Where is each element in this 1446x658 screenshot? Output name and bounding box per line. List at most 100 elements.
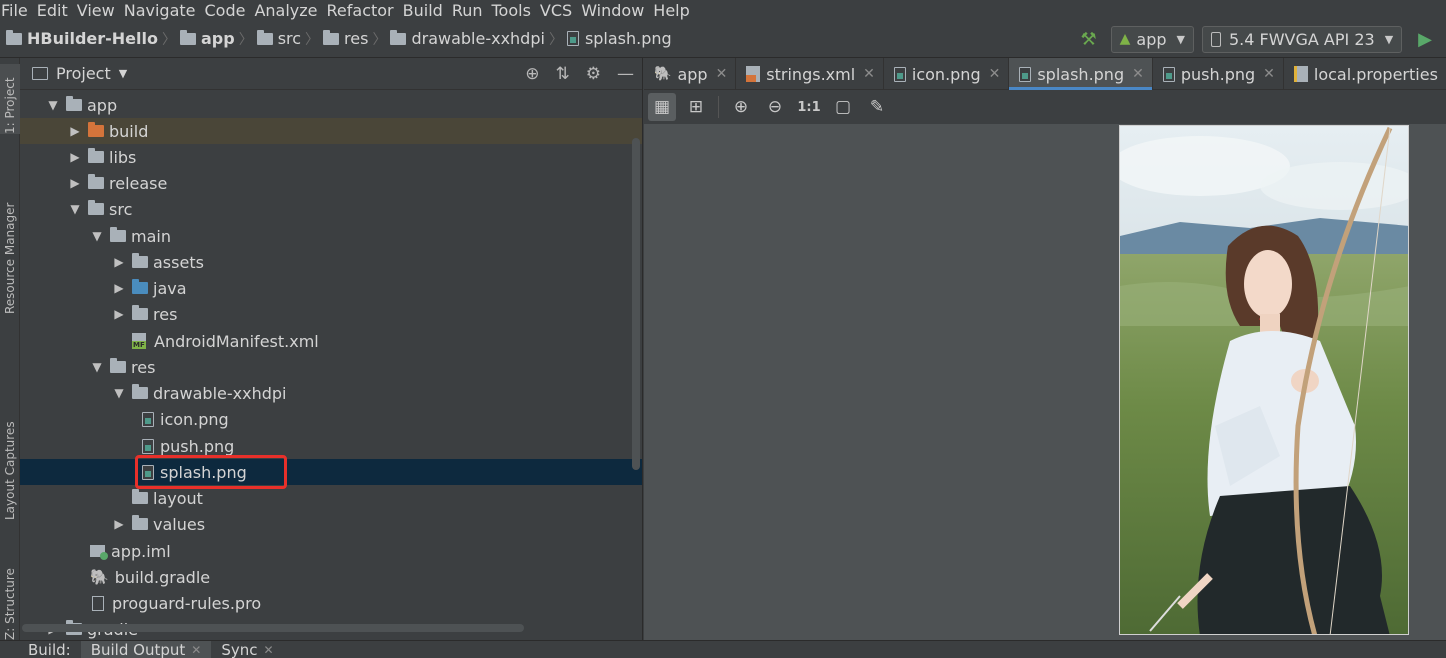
folder-icon [132,489,148,504]
tab-build-output[interactable]: Build Output ✕ [80,640,212,658]
expanded-arrow-icon[interactable]: ▼ [90,360,104,374]
menu-edit[interactable]: Edit [36,1,74,20]
close-icon[interactable]: ✕ [1263,66,1275,82]
menu-build[interactable]: Build [402,1,449,20]
menu-window[interactable]: Window [580,1,650,20]
menu-tools[interactable]: Tools [491,1,537,20]
folder-icon [256,29,273,45]
tree-label: icon.png [160,409,229,429]
project-tool-tab[interactable]: 1: Project [0,64,20,134]
project-view-selector[interactable]: Project [56,64,111,83]
collapsed-arrow-icon[interactable]: ▶ [112,281,126,295]
breadcrumb-app[interactable]: app 〉 [179,29,257,49]
collapse-all-icon[interactable]: ⇅ [556,64,570,84]
tree-item-src[interactable]: ▼ src [20,196,642,222]
zoom-in-icon[interactable]: ⊕ [727,93,755,121]
menu-file[interactable]: File [0,1,34,20]
tree-label: java [153,278,187,298]
tab-splash-png[interactable]: splash.png ✕ [1009,58,1153,90]
close-icon[interactable]: ✕ [1132,66,1144,82]
tree-item-res[interactable]: ▶ res [20,301,642,327]
structure-tab[interactable]: Z: Structure [0,566,20,640]
tab-push-png[interactable]: push.png ✕ [1153,58,1284,90]
locate-icon[interactable]: ⊕ [525,64,539,84]
collapsed-arrow-icon[interactable]: ▶ [68,150,82,164]
menu-navigate[interactable]: Navigate [123,1,202,20]
tree-item-layout[interactable]: ▶ layout [20,485,642,511]
grid-toggle-icon[interactable]: ⊞ [682,93,710,121]
tree-item-icon-png[interactable]: icon.png [20,406,642,432]
vertical-scrollbar[interactable] [632,138,640,470]
layout-captures-tab[interactable]: Layout Captures [0,410,20,520]
color-picker-icon[interactable]: ✎ [863,93,891,121]
tree-item-app[interactable]: ▼ app [20,92,642,118]
resource-manager-tab[interactable]: Resource Manager [0,194,20,314]
device-select[interactable]: 5.4 FWVGA API 23 ▼ [1202,25,1403,53]
breadcrumb-res[interactable]: res 〉 [323,29,390,49]
tree-item-release[interactable]: ▶ release [20,170,642,196]
breadcrumb-drawable[interactable]: drawable-xxhdpi 〉 [390,29,566,49]
tree-item-build[interactable]: ▶ build [20,118,642,144]
collapsed-arrow-icon[interactable]: ▶ [68,176,82,190]
horizontal-scrollbar[interactable] [22,624,524,632]
close-icon[interactable]: ✕ [716,66,728,82]
menu-run[interactable]: Run [451,1,489,20]
build-hammer-icon[interactable]: ⚒ [1080,29,1096,50]
close-icon[interactable]: ✕ [989,66,1001,82]
build-label: Build: [0,641,81,658]
close-icon[interactable]: ✕ [191,643,201,657]
minimize-icon[interactable]: — [617,64,634,84]
tab-strings-xml[interactable]: strings.xml ✕ [736,58,884,90]
collapsed-arrow-icon[interactable]: ▶ [112,517,126,531]
collapsed-arrow-icon[interactable]: ▶ [112,307,126,321]
menu-code[interactable]: Code [204,1,252,20]
device-label: 5.4 FWVGA API 23 [1229,29,1375,49]
menu-refactor[interactable]: Refactor [326,1,400,20]
tree-item-build-gradle[interactable]: 🐘 build.gradle [20,564,642,590]
android-icon: ▲ [1119,31,1131,47]
collapsed-arrow-icon[interactable]: ▶ [112,255,126,269]
tree-item-assets[interactable]: ▶ assets [20,249,642,275]
tab-app[interactable]: 🐘 app ✕ [644,58,737,90]
menu-view[interactable]: View [76,1,121,20]
chessboard-toggle-icon[interactable]: ▦ [648,93,676,121]
expanded-arrow-icon[interactable]: ▼ [68,202,82,216]
breadcrumb-file[interactable]: splash.png [566,29,672,48]
tree-item-main[interactable]: ▼ main [20,223,642,249]
run-config-select[interactable]: ▲ app ▼ [1110,25,1194,53]
tree-item-manifest[interactable]: ▶ AndroidManifest.xml [20,328,642,354]
folder-icon [110,227,126,242]
expanded-arrow-icon[interactable]: ▼ [90,229,104,243]
fit-zoom-icon[interactable]: ▢ [829,93,857,121]
breadcrumb-src[interactable]: src 〉 [256,29,323,49]
tree-item-proguard[interactable]: proguard-rules.pro [20,590,642,616]
actual-size-button[interactable]: 1:1 [795,93,823,121]
collapsed-arrow-icon[interactable]: ▶ [68,124,82,138]
tab-icon-png[interactable]: icon.png ✕ [884,58,1010,90]
tree-item-app-iml[interactable]: app.iml [20,538,642,564]
tab-sync[interactable]: Sync ✕ [211,641,283,658]
run-play-icon[interactable]: ▶ [1418,29,1432,50]
tab-label: strings.xml [766,64,856,84]
close-icon[interactable]: ✕ [863,66,875,82]
tree-item-java[interactable]: ▶ java [20,275,642,301]
tree-item-values[interactable]: ▶ values [20,511,642,537]
tree-item-push-png[interactable]: push.png [20,433,642,459]
tab-local-properties[interactable]: local.properties [1284,58,1446,90]
tab-label: splash.png [1037,64,1125,84]
zoom-out-icon[interactable]: ⊖ [761,93,789,121]
menu-help[interactable]: Help [652,1,695,20]
menu-vcs[interactable]: VCS [539,1,578,20]
expanded-arrow-icon[interactable]: ▼ [46,98,60,112]
menu-analyze[interactable]: Analyze [253,1,323,20]
tree-item-libs[interactable]: ▶ libs [20,144,642,170]
close-icon[interactable]: ✕ [263,643,273,657]
chevron-down-icon[interactable]: ▼ [119,67,127,80]
expanded-arrow-icon[interactable]: ▼ [112,386,126,400]
folder-icon [390,29,407,45]
tree-item-res-generated[interactable]: ▼ res [20,354,642,380]
tree-item-drawable-xxhdpi[interactable]: ▼ drawable-xxhdpi [20,380,642,406]
gear-icon[interactable]: ⚙ [586,64,601,84]
breadcrumb-project[interactable]: HBuilder-Hello 〉 [6,29,180,49]
tree-item-splash-png[interactable]: splash.png [20,459,642,485]
